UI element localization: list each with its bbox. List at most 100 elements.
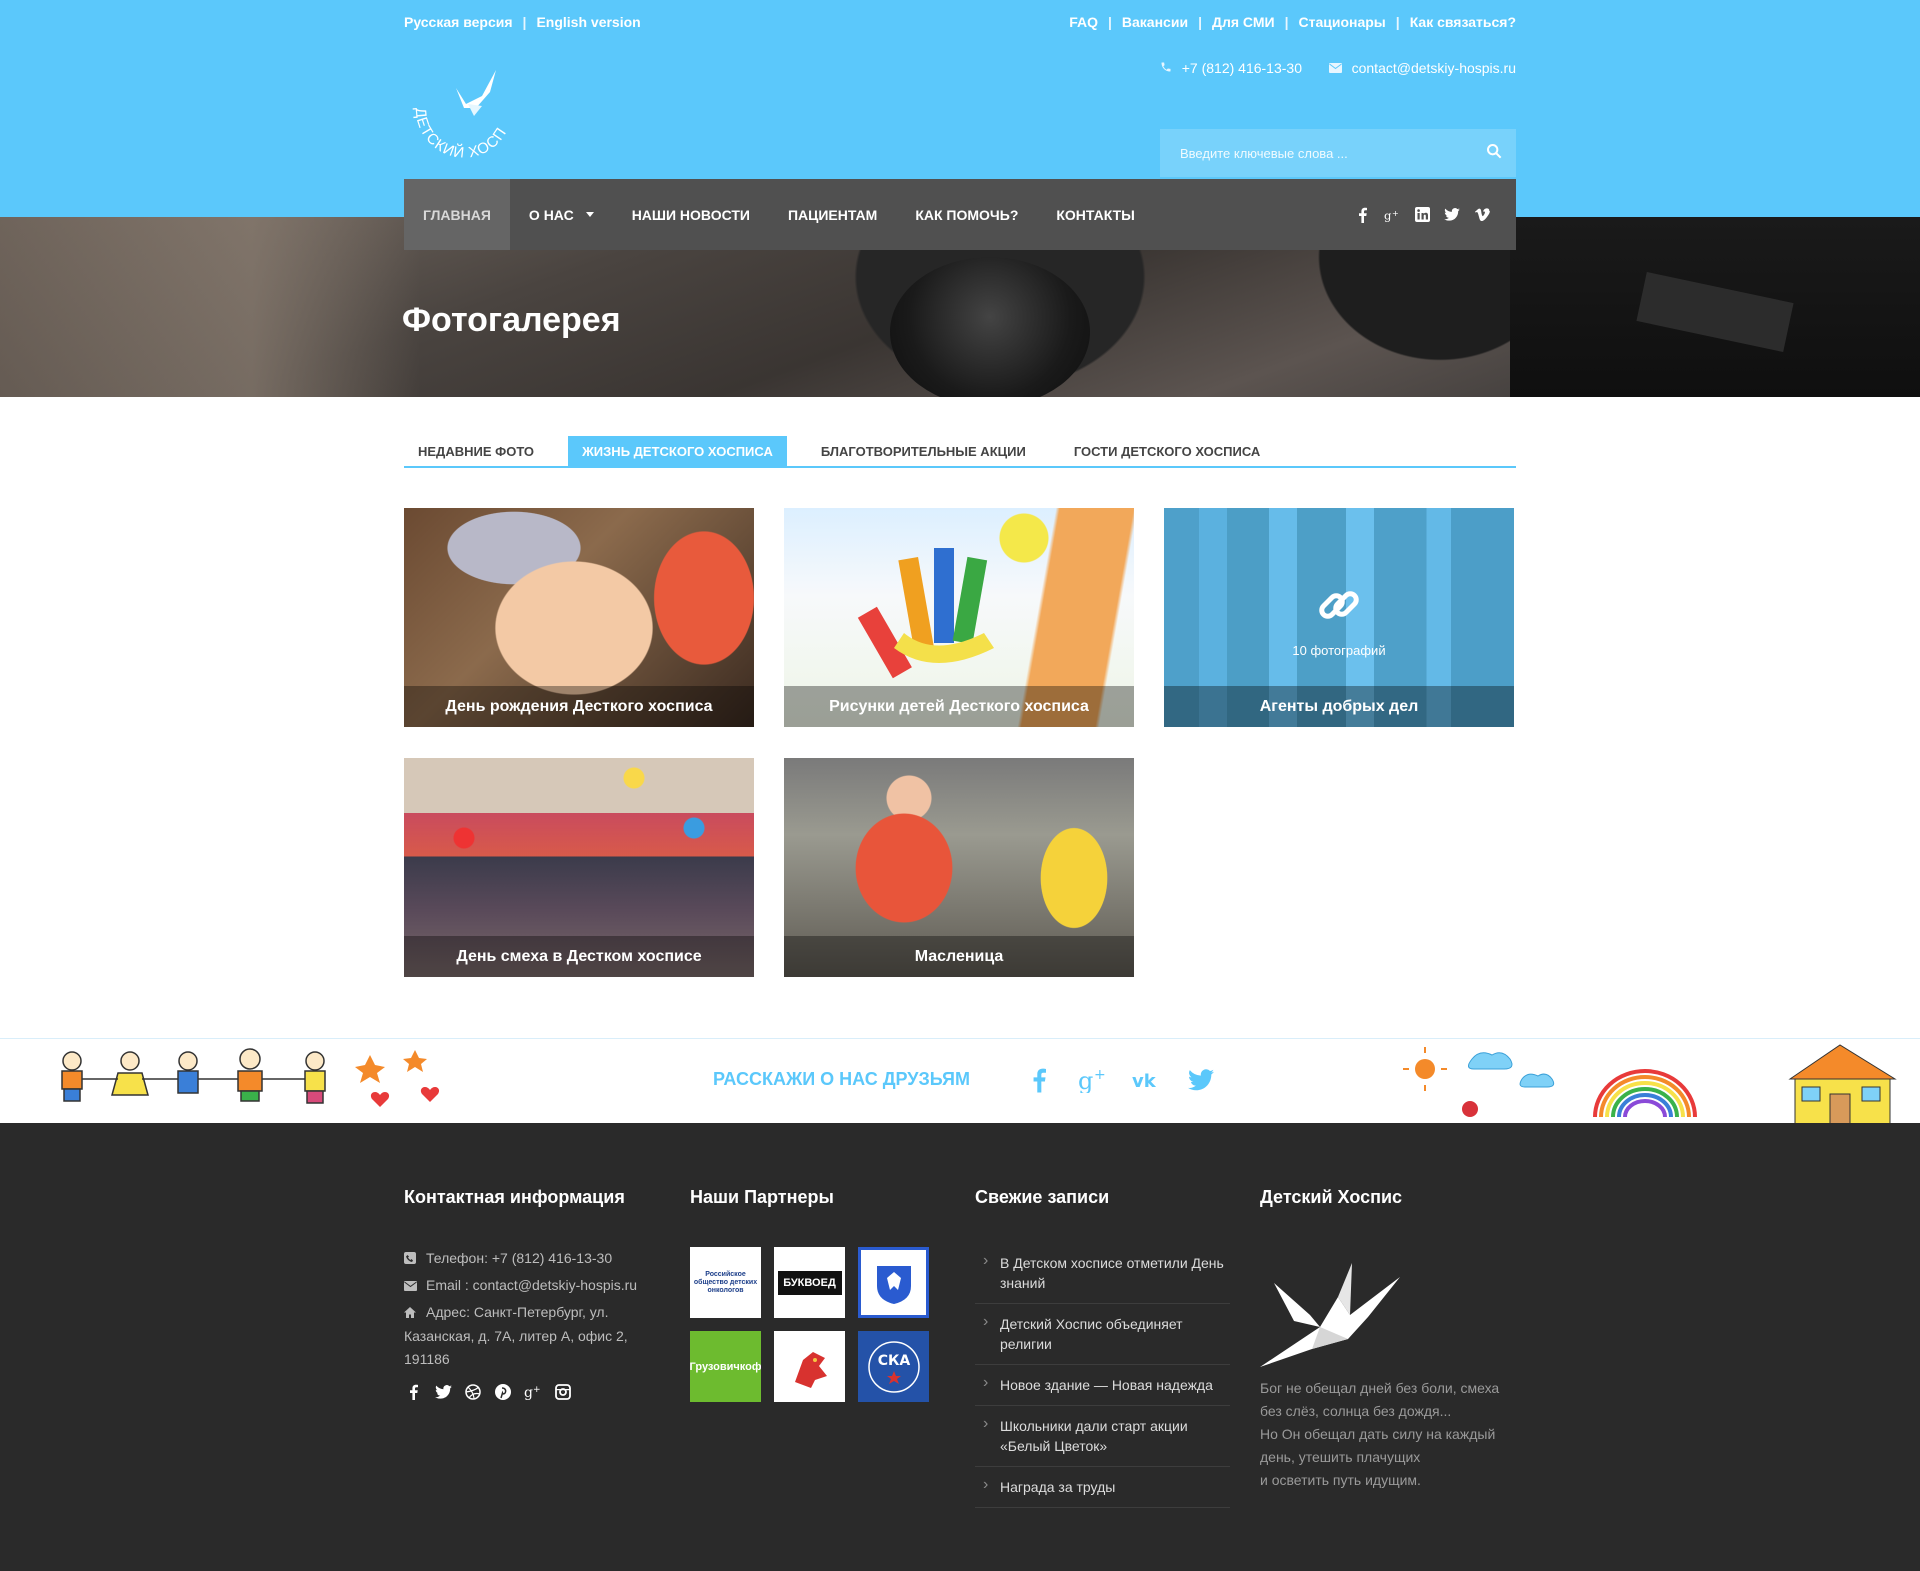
twitter-icon[interactable] — [1186, 1065, 1216, 1095]
gallery-card[interactable]: День смеха в Дестком хосписе — [404, 758, 754, 977]
google-plus-icon[interactable]: g + — [524, 1383, 542, 1401]
lang-en-link[interactable]: English version — [536, 14, 640, 30]
email-text: contact@detskiy-hospis.ru — [1351, 60, 1516, 76]
phone-icon — [404, 1248, 418, 1271]
tab-charity-events[interactable]: БЛАГОТВОРИТЕЛЬНЫЕ АКЦИИ — [807, 436, 1040, 466]
site-logo[interactable]: ДЕТСКИЙ ХОСПИС — [398, 47, 544, 165]
tab-hospice-guests[interactable]: ГОСТИ ДЕТСКОГО ХОСПИСА — [1060, 436, 1274, 466]
nav-item-contacts[interactable]: КОНТАКТЫ — [1037, 179, 1153, 250]
nav-item-home[interactable]: ГЛАВНАЯ — [404, 179, 510, 250]
nav-item-how-to-help[interactable]: КАК ПОМОЧЬ? — [896, 179, 1037, 250]
vacancies-link[interactable]: Вакансии — [1122, 14, 1188, 30]
share-label: РАССКАЖИ О НАС ДРУЗЬЯМ — [713, 1069, 970, 1089]
house-rainbow-illustration — [1403, 1044, 1897, 1124]
faq-link[interactable]: FAQ — [1069, 14, 1098, 30]
page-title: Фотогалерея — [402, 301, 621, 339]
svg-text:g: g — [1078, 1067, 1093, 1093]
lang-ru-link[interactable]: Русская версия — [404, 14, 513, 30]
partner-logo-ska[interactable]: СКА — [858, 1331, 929, 1402]
tab-hospice-life[interactable]: ЖИЗНЬ ДЕТСКОГО ХОСПИСА — [568, 436, 787, 466]
recent-post-link[interactable]: В Детском хосписе отметили День знаний — [975, 1243, 1230, 1304]
quote-line: и осветить путь идущим. — [1260, 1472, 1421, 1488]
phone-text: +7 (812) 416-13-30 — [1181, 60, 1302, 76]
gallery-card[interactable]: Масленица — [784, 758, 1134, 977]
partner-logo-coat-of-arms[interactable] — [858, 1247, 929, 1318]
footer-partners-heading: Наши Партнеры — [690, 1187, 834, 1207]
nav-item-news[interactable]: НАШИ НОВОСТИ — [613, 179, 769, 250]
gallery-card-title: День смеха в Дестком хосписе — [404, 936, 754, 977]
linkedin-icon[interactable] — [1414, 207, 1430, 223]
quote-line: Но Он обещал дать силу на каждый — [1260, 1426, 1496, 1442]
gallery-card[interactable]: 10 фотографий Агенты добрых дел — [1164, 508, 1514, 727]
tab-recent-photos[interactable]: НЕДАВНИЕ ФОТО — [404, 436, 548, 466]
svg-text:+: + — [1392, 208, 1399, 217]
google-plus-icon[interactable]: g + — [1384, 207, 1400, 223]
nav-item-patients[interactable]: ПАЦИЕНТАМ — [769, 179, 896, 250]
chevron-down-icon — [585, 212, 594, 217]
photo-count: 10 фотографий — [1292, 643, 1386, 658]
gallery-card-title: Агенты добрых дел — [1164, 686, 1514, 727]
footer-email-row[interactable]: Email : contact@detskiy-hospis.ru — [404, 1274, 654, 1298]
partner-logo-oncologists[interactable]: Российское общество детских онкологов — [690, 1247, 761, 1318]
nav-label: О НАС — [528, 206, 574, 223]
banner-photo-desk — [0, 217, 420, 397]
vk-icon[interactable]: vk — [1132, 1065, 1162, 1095]
facebook-icon[interactable] — [404, 1383, 422, 1401]
quote-line: Бог не обещал дней без боли, смеха — [1260, 1380, 1500, 1396]
banner-photo-lens — [890, 257, 1090, 397]
twitter-icon[interactable] — [434, 1383, 452, 1401]
nav-item-about[interactable]: О НАС — [510, 179, 613, 250]
search-input[interactable] — [1160, 129, 1472, 177]
header-contacts: +7 (812) 416-13-30 contact@detskiy-hospi… — [404, 60, 1516, 80]
footer-partners-column: Наши Партнеры Российское общество детски… — [690, 1187, 940, 1402]
footer-phone-text: Телефон: +7 (812) 416-13-30 — [426, 1250, 613, 1266]
footer-address-row: Адрес: Санкт-Петербург, ул. Казанская, д… — [404, 1301, 654, 1371]
separator: | — [522, 14, 527, 30]
nav-label: КОНТАКТЫ — [1056, 206, 1135, 223]
gallery-card-title: Масленица — [784, 936, 1134, 977]
instagram-icon[interactable] — [554, 1383, 572, 1401]
mail-icon — [1328, 60, 1342, 76]
top-nav-links: FAQ | Вакансии | Для СМИ | Стационары | Как связ… — [1069, 14, 1516, 30]
svg-text:g: g — [524, 1385, 533, 1400]
google-plus-icon[interactable]: g + — [1078, 1065, 1108, 1095]
pinterest-icon[interactable] — [494, 1383, 512, 1401]
footer-phone-row: Телефон: +7 (812) 416-13-30 — [404, 1247, 654, 1271]
svg-text:vk: vk — [1132, 1071, 1157, 1089]
header-email[interactable]: contact@detskiy-hospis.ru — [1328, 60, 1516, 76]
partner-logo-bukvoed[interactable]: БУКВОЕД — [774, 1247, 845, 1318]
search-icon — [1486, 143, 1502, 164]
link-icon[interactable] — [1314, 580, 1364, 635]
vimeo-icon[interactable] — [1474, 207, 1490, 223]
partner-logo-gruzovichkof[interactable]: Грузовичкоф — [690, 1331, 761, 1402]
stationary-link[interactable]: Стационары — [1298, 14, 1385, 30]
header-phone: +7 (812) 416-13-30 — [1160, 60, 1302, 76]
partner-logo-text: Грузовичкоф — [690, 1360, 761, 1373]
paper-crane-logo — [1260, 1263, 1400, 1367]
child-drawing-hand — [857, 548, 994, 679]
home-icon — [404, 1302, 418, 1325]
recent-post-link[interactable]: Детский Хоспис объединяет религии — [975, 1304, 1230, 1365]
press-link[interactable]: Для СМИ — [1212, 14, 1275, 30]
footer-email-text: Email : contact@detskiy-hospis.ru — [426, 1277, 638, 1293]
search-button[interactable] — [1472, 129, 1516, 177]
recent-post-link[interactable]: Награда за труды — [975, 1467, 1230, 1508]
facebook-icon[interactable] — [1024, 1065, 1054, 1095]
share-social-links: g + vk — [1024, 1065, 1216, 1095]
recent-post-link[interactable]: Школьники дали старт акции «Белый Цветок… — [975, 1406, 1230, 1467]
recent-post-link[interactable]: Новое здание — Новая надежда — [975, 1365, 1230, 1406]
gallery-card[interactable]: День рождения Десткого хосписа — [404, 508, 754, 727]
dribbble-icon[interactable] — [464, 1383, 482, 1401]
footer-quote: Бог не обещал дней без боли, смеха без с… — [1260, 1377, 1520, 1492]
partner-logo-griffin[interactable] — [774, 1331, 845, 1402]
contact-us-link[interactable]: Как связаться? — [1410, 14, 1516, 30]
gallery-card[interactable]: Рисунки детей Десткого хосписа — [784, 508, 1134, 727]
twitter-icon[interactable] — [1444, 207, 1460, 223]
gallery-tabs: НЕДАВНИЕ ФОТО ЖИЗНЬ ДЕТСКОГО ХОСПИСА БЛА… — [404, 436, 1516, 468]
footer-contact-column: Контактная информация Телефон: +7 (812) … — [404, 1187, 654, 1400]
facebook-icon[interactable] — [1354, 207, 1370, 223]
quote-line: без слёз, солнца без дождя... — [1260, 1403, 1452, 1419]
footer-contact-heading: Контактная информация — [404, 1187, 625, 1207]
mail-icon — [404, 1275, 418, 1298]
partner-logos: Российское общество детских онкологов БУ… — [690, 1247, 930, 1407]
